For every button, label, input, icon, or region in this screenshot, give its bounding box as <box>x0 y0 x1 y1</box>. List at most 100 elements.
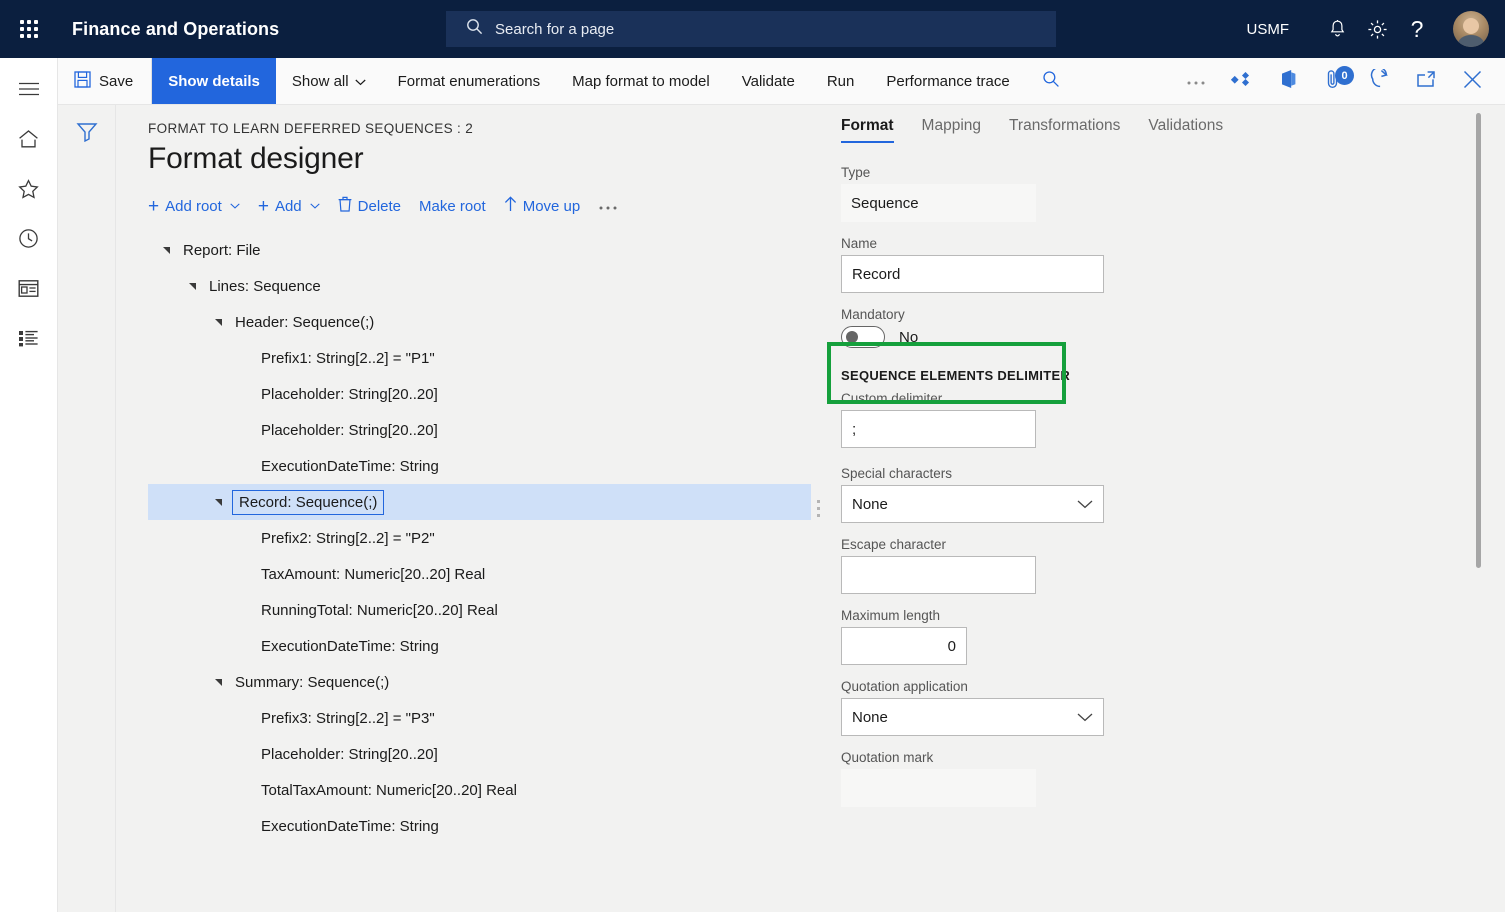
special-characters-select[interactable]: None <box>841 485 1104 523</box>
delete-button[interactable]: Delete <box>338 192 411 220</box>
custom-delimiter-input[interactable] <box>841 410 1036 448</box>
sidebar-item-workspaces[interactable] <box>0 266 58 316</box>
overflow-menu-button[interactable] <box>1173 58 1219 105</box>
settings-button[interactable] <box>1357 0 1397 58</box>
filter-button[interactable] <box>72 119 102 149</box>
attachments-button[interactable]: 0 <box>1311 58 1357 105</box>
command-bar: Save Show details Show all Format enumer… <box>58 58 1505 105</box>
save-button[interactable]: Save <box>58 58 152 104</box>
properties-tabs: Format Mapping Transformations Validatio… <box>841 117 1505 143</box>
tree-node[interactable]: TotalTaxAmount: Numeric[20..20] Real <box>148 772 811 808</box>
delete-label: Delete <box>358 198 401 215</box>
tree-node[interactable]: Summary: Sequence(;) <box>148 664 811 700</box>
cmd-format-enumerations[interactable]: Format enumerations <box>382 58 557 104</box>
chevron-down-icon <box>230 201 240 212</box>
cmd-validate[interactable]: Validate <box>726 58 811 104</box>
tab-transformations-label: Transformations <box>1009 117 1120 134</box>
notifications-button[interactable] <box>1317 0 1357 58</box>
sidebar-item-recent[interactable] <box>0 216 58 266</box>
tab-validations-label: Validations <box>1148 117 1223 134</box>
tree-node[interactable]: ExecutionDateTime: String <box>148 808 811 844</box>
maximum-length-label: Maximum length <box>841 608 1505 623</box>
pane-splitter[interactable] <box>811 105 825 912</box>
tab-validations[interactable]: Validations <box>1148 117 1223 143</box>
refresh-button[interactable] <box>1357 58 1403 105</box>
chevron-down-icon <box>310 201 320 212</box>
tree-node[interactable]: Prefix2: String[2..2] = "P2" <box>148 520 811 556</box>
filter-icon <box>76 122 98 147</box>
cmd-run[interactable]: Run <box>811 58 871 104</box>
tree-node[interactable]: Lines: Sequence <box>148 268 811 304</box>
tree-node[interactable]: Prefix1: String[2..2] = "P1" <box>148 340 811 376</box>
command-search-button[interactable] <box>1026 58 1072 104</box>
plus-icon: + <box>258 197 269 216</box>
tree-node[interactable]: Report: File <box>148 232 811 268</box>
tree-node[interactable]: TaxAmount: Numeric[20..20] Real <box>148 556 811 592</box>
tab-mapping[interactable]: Mapping <box>922 117 981 143</box>
global-search-placeholder: Search for a page <box>495 21 614 38</box>
tree-node-label: Record: Sequence(;) <box>232 490 384 515</box>
tree-node[interactable]: Header: Sequence(;) <box>148 304 811 340</box>
sidebar-item-hamburger[interactable] <box>0 66 58 116</box>
tree-node-label: Placeholder: String[20..20] <box>258 384 441 405</box>
cmd-show-all[interactable]: Show all <box>276 58 382 104</box>
tab-format[interactable]: Format <box>841 117 894 143</box>
clock-icon <box>18 228 39 254</box>
tree-overflow-button[interactable] <box>598 194 628 219</box>
expand-collapse-caret-icon[interactable] <box>158 246 174 255</box>
app-launcher-button[interactable] <box>0 0 58 58</box>
attachments-count-badge: 0 <box>1335 66 1354 85</box>
tree-node[interactable]: Prefix3: String[2..2] = "P3" <box>148 700 811 736</box>
quotation-application-select[interactable]: None <box>841 698 1104 736</box>
make-root-button[interactable]: Make root <box>419 194 496 219</box>
field-custom-delimiter: Custom delimiter <box>841 391 1505 448</box>
sidebar-item-home[interactable] <box>0 116 58 166</box>
share-button[interactable] <box>1219 58 1265 105</box>
app-body: Save Show details Show all Format enumer… <box>0 58 1505 912</box>
tree-node[interactable]: Record: Sequence(;) <box>148 484 811 520</box>
cmd-performance-trace[interactable]: Performance trace <box>870 58 1025 104</box>
sidebar-item-modules[interactable] <box>0 316 58 366</box>
add-button[interactable]: + Add <box>258 193 330 220</box>
tree-node[interactable]: Placeholder: String[20..20] <box>148 412 811 448</box>
mandatory-toggle[interactable] <box>841 326 885 348</box>
field-escape-character: Escape character <box>841 537 1505 594</box>
list-icon <box>18 329 39 353</box>
sidebar-item-favorites[interactable] <box>0 166 58 216</box>
avatar[interactable] <box>1453 11 1489 47</box>
tree-node[interactable]: Placeholder: String[20..20] <box>148 376 811 412</box>
app-title: Finance and Operations <box>72 19 279 40</box>
close-button[interactable] <box>1449 58 1495 105</box>
filter-column <box>58 105 116 912</box>
cmd-format-enumerations-label: Format enumerations <box>398 73 541 90</box>
quotation-mark-input <box>841 769 1036 807</box>
left-navigation-rail <box>0 58 58 912</box>
name-input[interactable] <box>841 255 1104 293</box>
escape-character-input[interactable] <box>841 556 1036 594</box>
breadcrumb: FORMAT TO LEARN DEFERRED SEQUENCES : 2 <box>148 121 811 136</box>
maximum-length-input[interactable] <box>841 627 967 665</box>
help-button[interactable]: ? <box>1397 0 1437 58</box>
tree-node[interactable]: RunningTotal: Numeric[20..20] Real <box>148 592 811 628</box>
add-root-button[interactable]: + Add root <box>148 193 250 220</box>
cmd-map-format-to-model[interactable]: Map format to model <box>556 58 726 104</box>
tree-node-label: ExecutionDateTime: String <box>258 456 442 477</box>
tree-node[interactable]: ExecutionDateTime: String <box>148 628 811 664</box>
cmd-show-details[interactable]: Show details <box>152 58 276 104</box>
move-up-button[interactable]: Move up <box>504 192 591 220</box>
expand-collapse-caret-icon[interactable] <box>210 318 226 327</box>
global-search-box[interactable]: Search for a page <box>446 11 1056 47</box>
expand-collapse-caret-icon[interactable] <box>210 678 226 687</box>
tree-node-label: TotalTaxAmount: Numeric[20..20] Real <box>258 780 520 801</box>
tab-transformations[interactable]: Transformations <box>1009 117 1120 143</box>
mandatory-toggle-row: No <box>841 326 1505 348</box>
tree-node[interactable]: ExecutionDateTime: String <box>148 448 811 484</box>
properties-scrollbar[interactable] <box>1476 113 1481 568</box>
legal-entity-selector[interactable]: USMF <box>1247 21 1290 38</box>
office-apps-button[interactable] <box>1265 58 1311 105</box>
add-label: Add <box>275 198 302 215</box>
tree-node[interactable]: Placeholder: String[20..20] <box>148 736 811 772</box>
open-in-new-window-button[interactable] <box>1403 58 1449 105</box>
expand-collapse-caret-icon[interactable] <box>184 282 200 291</box>
expand-collapse-caret-icon[interactable] <box>210 498 226 507</box>
